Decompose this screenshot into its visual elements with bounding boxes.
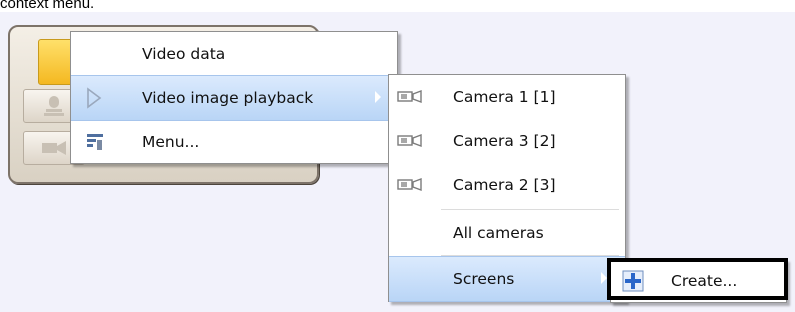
menu-item-label: Menu... — [142, 133, 200, 151]
menu-item-all-cameras[interactable]: All cameras — [389, 211, 625, 255]
menu-item-label: Video image playback — [142, 89, 314, 107]
menu-item-label: Camera 3 [2] — [453, 132, 556, 150]
play-icon — [87, 87, 102, 109]
workspace: Video data Video image playback Menu... — [0, 12, 795, 312]
menu-item-label: Camera 1 [1] — [453, 88, 556, 106]
camera-icon — [397, 134, 422, 148]
menu-item-label: Screens — [453, 270, 515, 288]
camera-icon — [397, 178, 422, 192]
camera-icon — [397, 90, 422, 104]
menu-item-screens[interactable]: Screens — [389, 256, 625, 302]
camera-submenu: Camera 1 [1] Camera 3 [2] Camera 2 [3] A… — [388, 74, 626, 302]
menu-item-camera-3[interactable]: Camera 3 [2] — [389, 119, 625, 163]
menu-item-video-image-playback[interactable]: Video image playback — [71, 75, 397, 121]
menu-separator — [441, 209, 619, 210]
menu-item-video-data[interactable]: Video data — [71, 32, 397, 76]
submenu-arrow-icon — [375, 91, 381, 103]
menu-item-label: Video data — [142, 45, 226, 63]
caption-text: context menu. — [0, 0, 95, 12]
menu-icon — [87, 134, 103, 150]
microphone-icon — [44, 96, 64, 116]
menu-item-camera-1[interactable]: Camera 1 [1] — [389, 75, 625, 119]
context-menu: Video data Video image playback Menu... — [70, 31, 398, 164]
menu-item-menu[interactable]: Menu... — [71, 120, 397, 164]
camera-icon — [42, 141, 66, 155]
highlight-frame — [607, 258, 788, 300]
menu-item-label: Camera 2 [3] — [453, 176, 556, 194]
menu-item-label: All cameras — [453, 224, 544, 242]
menu-item-camera-2[interactable]: Camera 2 [3] — [389, 163, 625, 207]
